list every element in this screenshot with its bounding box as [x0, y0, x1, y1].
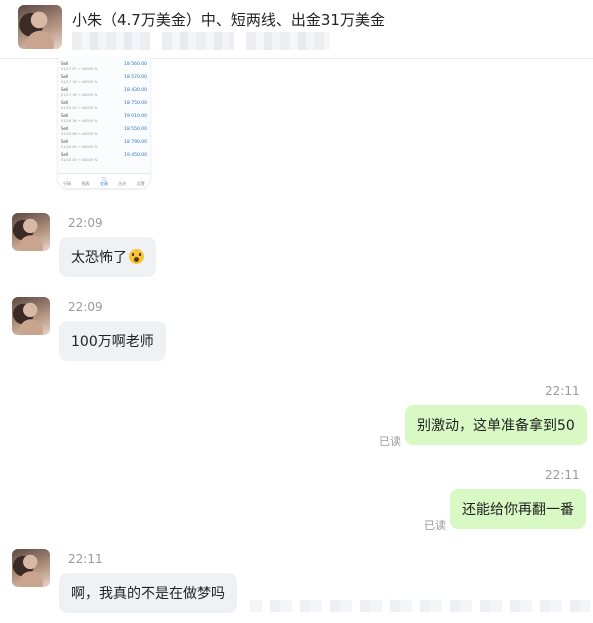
trade-row: Sell 01/16 40 → 40000 % 18 750.00: [61, 100, 147, 110]
message-time: 22:11: [545, 384, 580, 398]
incoming-message-bubble[interactable]: 太恐怖了: [59, 237, 156, 277]
app-tab-bar: ◦ 行情 ◦ 图表 ▢ 交易 ◦ 历史 ◦ 设置: [58, 173, 150, 188]
sender-avatar[interactable]: [12, 213, 50, 251]
trade-row: Sell 01/16 08 → 40000 % 18 550.00: [61, 126, 147, 136]
incoming-message-bubble[interactable]: 100万啊老师: [59, 321, 166, 361]
trade-row: Sell 01/16 00 → 40000 % 18 790.00: [61, 139, 147, 149]
blurred-watermark: [250, 600, 590, 612]
trade-row: Sell 01/17 18 → 40000 % 18 430.00: [61, 87, 147, 97]
tab-quotes: ◦ 行情: [63, 176, 72, 186]
tab-trade: ▢ 交易: [99, 176, 108, 186]
trade-row: Sell 01/16 16 → 40000 % 19 010.00: [61, 113, 147, 123]
trade-row: Sell 01/17 07 → 40000 % 18 560.00: [61, 61, 147, 71]
contact-avatar[interactable]: [18, 5, 62, 49]
sender-avatar[interactable]: [12, 549, 50, 587]
sender-avatar[interactable]: [12, 297, 50, 335]
message-time: 22:09: [68, 216, 103, 230]
shared-screenshot-image[interactable]: Sell 01/17 07 → 40000 % 18 560.00 Sell 0…: [58, 58, 150, 188]
trade-row: Sell 01/16 00 → 40000 % 19 450.00: [61, 152, 147, 162]
incoming-message-bubble[interactable]: 啊，我真的不是在做梦吗: [59, 573, 237, 613]
trade-row: Sell 01/17 16 → 40000 % 18 570.00: [61, 74, 147, 84]
tab-chart: ◦ 图表: [81, 176, 90, 186]
tab-settings: ◦ 设置: [136, 176, 145, 186]
chat-title: 小朱（4.7万美金）中、短两线、出金31万美金: [72, 11, 385, 29]
message-time: 22:09: [68, 300, 103, 314]
read-receipt: 已读: [424, 519, 446, 532]
read-receipt: 已读: [379, 435, 401, 448]
outgoing-message-bubble[interactable]: 还能给你再翻一番: [450, 489, 586, 529]
chat-header: 小朱（4.7万美金）中、短两线、出金31万美金: [0, 0, 593, 59]
tab-history: ◦ 历史: [118, 176, 127, 186]
screaming-face-emoji-icon: [129, 249, 144, 264]
message-time: 22:11: [545, 468, 580, 482]
message-time: 22:11: [68, 552, 103, 566]
outgoing-message-bubble[interactable]: 别激动，这单准备拿到50: [405, 405, 587, 445]
